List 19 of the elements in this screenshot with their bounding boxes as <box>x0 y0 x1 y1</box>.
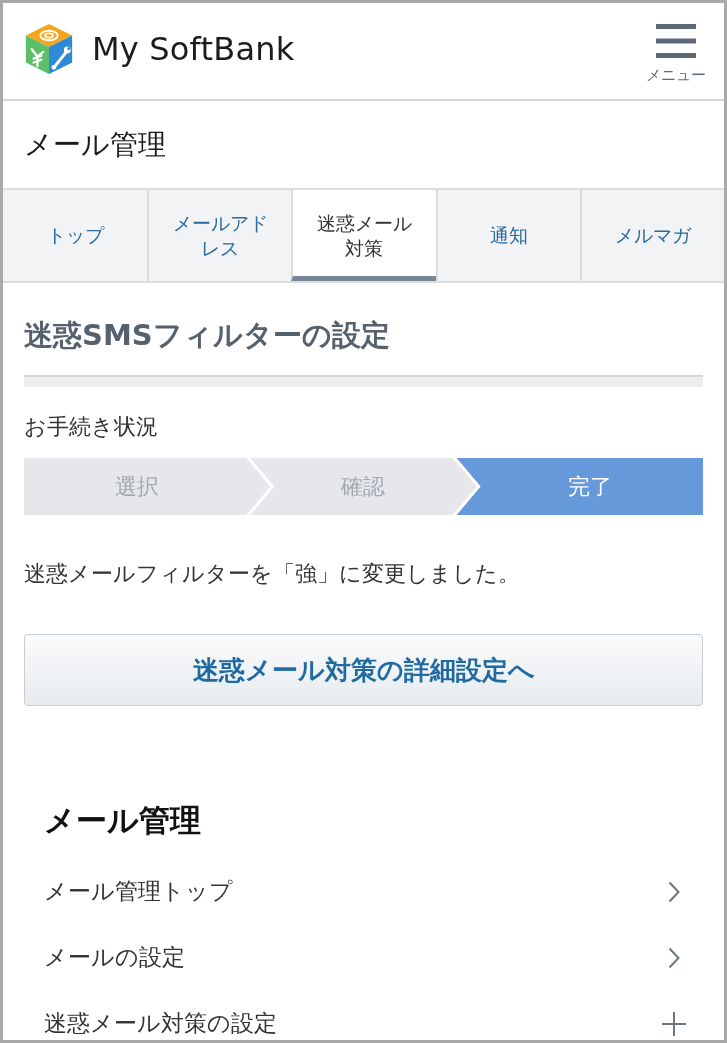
plus-icon <box>662 1012 686 1036</box>
page-title: メール管理 <box>24 126 166 163</box>
progress-step: 確認 <box>250 458 477 515</box>
result-message: 迷惑メールフィルターを「強」に変更しました。 <box>24 560 521 588</box>
chevron-right-icon <box>668 947 680 969</box>
expand-toggle[interactable]: 迷惑メール対策の設定 <box>44 991 682 1040</box>
detail-settings-button[interactable]: 迷惑メール対策の詳細設定へ <box>24 634 703 706</box>
progress-label: お手続き状況 <box>24 413 159 441</box>
nav-heading: メール管理 <box>44 801 202 840</box>
nav-link[interactable]: メールの設定 <box>44 925 682 991</box>
progress-step: 選択 <box>24 458 271 515</box>
chevron-right-icon <box>668 881 680 903</box>
progress-step: 完了 <box>456 458 703 515</box>
brand-name: My SoftBank <box>92 30 295 68</box>
tab[interactable]: 迷惑メール対策 <box>291 190 436 281</box>
menu-icon <box>656 23 696 58</box>
menu-button[interactable]: メニュー <box>646 23 706 85</box>
nav-link[interactable]: メール管理トップ <box>44 859 682 925</box>
section-heading: 迷惑SMSフィルターの設定 <box>24 317 391 354</box>
